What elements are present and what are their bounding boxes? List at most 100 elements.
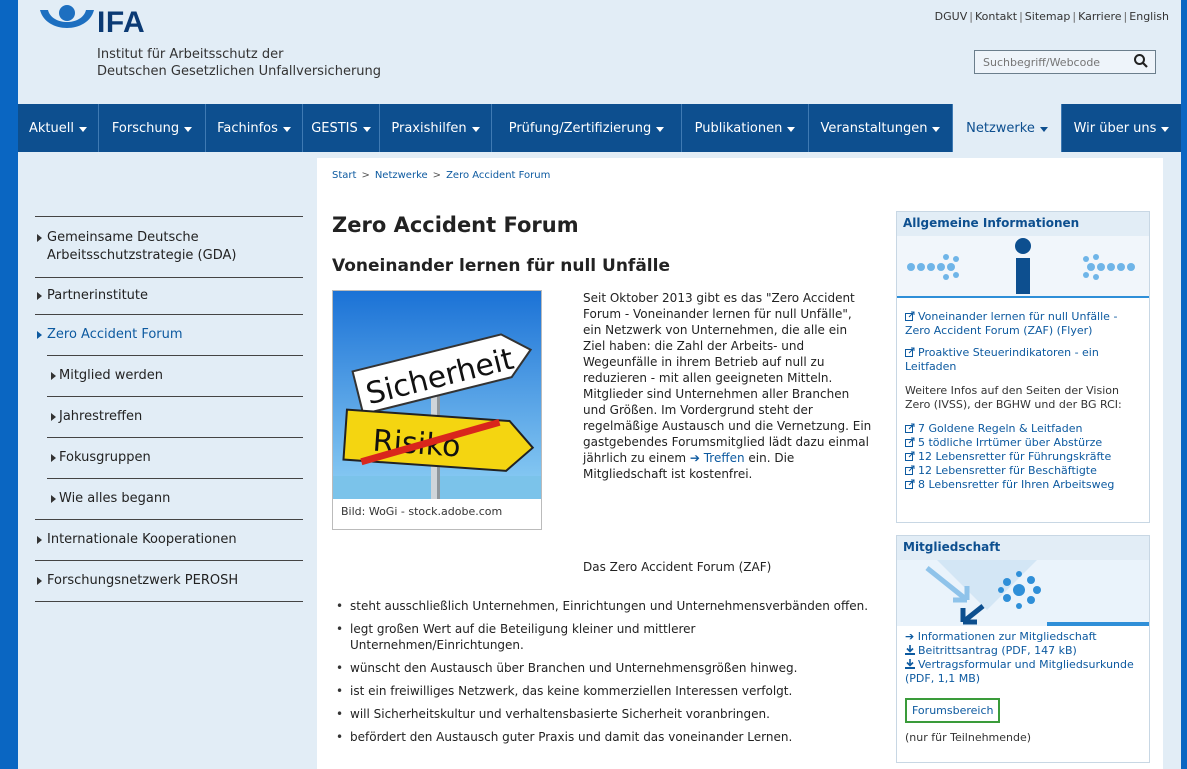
info-illustration <box>897 236 1149 298</box>
sidebar-item-partnerinstitute[interactable]: Partnerinstitute <box>35 277 303 314</box>
nav-label: Publikationen <box>694 120 783 136</box>
vz-link-3[interactable]: 12 Lebensretter für Führungskräfte <box>897 450 1149 464</box>
external-link-icon <box>905 437 915 447</box>
nav-label: GESTIS <box>311 120 358 136</box>
sidebar-item-internationale-kooperationen[interactable]: Internationale Kooperationen <box>35 519 303 560</box>
nav-item-publikationen[interactable]: Publikationen <box>682 104 809 152</box>
nav-item-fachinfos[interactable]: Fachinfos <box>206 104 303 152</box>
external-link-icon <box>905 423 915 433</box>
vz-link-label: 12 Lebensretter für Führungskräfte <box>918 450 1112 463</box>
beitrittsantrag-label: Beitrittsantrag (PDF, 147 kB) <box>918 644 1077 657</box>
breadcrumb-start[interactable]: Start <box>332 170 356 181</box>
separator: | <box>1019 10 1023 23</box>
util-link-dguv[interactable]: DGUV <box>935 10 968 23</box>
logo-subtitle-line1: Institut für Arbeitsschutz der <box>97 47 284 62</box>
sidebar-item-perosh[interactable]: Forschungsnetzwerk PEROSH <box>35 560 303 602</box>
main-nav: Aktuell Forschung Fachinfos GESTIS Praxi… <box>18 104 1181 152</box>
beitrittsantrag-link[interactable]: Beitrittsantrag (PDF, 147 kB) <box>897 644 1149 658</box>
breadcrumb-netzwerke[interactable]: Netzwerke <box>375 170 428 181</box>
intro-paragraph: Seit Oktober 2013 gibt es das "Zero Acci… <box>583 290 873 482</box>
logo-text[interactable]: IFA <box>97 6 145 40</box>
leitfaden-link-label: Proaktive Steuerindikatoren - ein Leitfa… <box>905 346 1099 373</box>
nav-item-gestis[interactable]: GESTIS <box>303 104 380 152</box>
nav-item-forschung[interactable]: Forschung <box>99 104 206 152</box>
breadcrumb-current: Zero Accident Forum <box>446 170 551 181</box>
logo-subtitle-line2: Deutschen Gesetzlichen Unfallversicherun… <box>97 64 382 79</box>
membership-info-link[interactable]: ➔ Informationen zur Mitgliedschaft <box>897 630 1149 644</box>
sidebar-item-jahrestreffen[interactable]: Jahrestreffen <box>47 396 303 437</box>
nav-label: Forschung <box>111 120 180 136</box>
search-input[interactable] <box>975 52 1123 73</box>
vz-link-label: 12 Lebensretter für Beschäftigte <box>918 464 1097 477</box>
sidebar-item-label: Forschungsnetzwerk PEROSH <box>47 573 239 588</box>
caret-down-icon <box>787 126 796 132</box>
external-link-icon <box>905 451 915 461</box>
page-subtitle: Voneinander lernen für null Unfälle <box>332 256 670 276</box>
nav-item-pruefung[interactable]: Prüfung/Zertifizierung <box>492 104 682 152</box>
caret-down-icon <box>78 126 87 132</box>
nav-item-aktuell[interactable]: Aktuell <box>18 104 99 152</box>
vz-link-4[interactable]: 12 Lebensretter für Beschäftigte <box>897 464 1149 478</box>
info-box: Allgemeine Informationen Voneinander ler… <box>896 211 1150 523</box>
page-frame: IFA Institut für Arbeitsschutz der Deuts… <box>18 0 1181 769</box>
vz-link-5[interactable]: 8 Lebensretter für Ihren Arbeitsweg <box>897 478 1149 492</box>
sidebar-item-label: Internationale Kooperationen <box>47 532 237 547</box>
external-link-icon <box>905 347 915 357</box>
flyer-link[interactable]: Voneinander lernen für null Unfälle - Ze… <box>897 310 1149 338</box>
membership-illustration <box>897 560 1149 626</box>
sidebar-item-label: Jahrestreffen <box>59 409 143 424</box>
vz-link-1[interactable]: 7 Goldene Regeln & Leitfaden <box>897 422 1149 436</box>
vz-link-2[interactable]: 5 tödliche Irrtümer über Abstürze <box>897 436 1149 450</box>
util-link-kontakt[interactable]: Kontakt <box>975 10 1017 23</box>
list-item: befördert den Austausch guter Praxis und… <box>332 729 872 745</box>
membership-box: Mitgliedschaft ➔ Informationen zur Mitgl… <box>896 535 1150 763</box>
header: IFA Institut für Arbeitsschutz der Deuts… <box>18 0 1181 104</box>
sidebar-item-zero-accident-forum[interactable]: Zero Accident Forum <box>35 314 303 355</box>
vz-link-label: 8 Lebensretter für Ihren Arbeitsweg <box>918 478 1115 491</box>
separator: | <box>969 10 973 23</box>
nav-label: Wir über uns <box>1073 120 1157 136</box>
separator: | <box>1123 10 1128 23</box>
membership-info-label: Informationen zur Mitgliedschaft <box>917 630 1097 643</box>
search-icon[interactable] <box>1133 53 1149 69</box>
external-link-icon <box>905 465 915 475</box>
nav-item-netzwerke[interactable]: Netzwerke <box>953 104 1062 152</box>
sidebar-item-fokusgruppen[interactable]: Fokusgruppen <box>47 437 303 478</box>
list-item: wünscht den Austausch über Branchen und … <box>332 660 872 676</box>
nav-item-praxishilfen[interactable]: Praxishilfen <box>380 104 492 152</box>
treffen-link[interactable]: ➔ Treffen <box>690 451 745 465</box>
triangle-right-icon <box>51 413 56 421</box>
external-link-icon <box>905 479 915 489</box>
vertragsformular-label: Vertragsformular und Mitgliedsurkunde (P… <box>905 658 1134 685</box>
forum-note: (nur für Teilnehmende) <box>905 731 1032 744</box>
main-content: Start > Netzwerke > Zero Accident Forum Zero… <box>317 158 1163 769</box>
triangle-right-icon <box>37 536 42 544</box>
vertragsformular-link[interactable]: Vertragsformular und Mitgliedsurkunde (P… <box>897 658 1149 686</box>
nav-label: Aktuell <box>29 120 74 136</box>
external-link-icon <box>905 311 915 321</box>
nav-item-veranstaltungen[interactable]: Veranstaltungen <box>809 104 953 152</box>
nav-item-wir-ueber-uns[interactable]: Wir über uns <box>1062 104 1181 152</box>
triangle-right-icon <box>51 372 56 380</box>
caret-down-icon <box>362 126 371 132</box>
leitfaden-link[interactable]: Proaktive Steuerindikatoren - ein Leitfa… <box>897 346 1149 374</box>
sidebar-item-mitglied-werden[interactable]: Mitglied werden <box>47 355 303 396</box>
sidebar-item-label: Wie alles begann <box>59 491 171 506</box>
util-link-english[interactable]: English <box>1129 10 1169 23</box>
triangle-right-icon <box>51 454 56 462</box>
util-link-karriere[interactable]: Karriere <box>1078 10 1121 23</box>
triangle-right-icon <box>37 292 42 300</box>
image-caption: Bild: WoGi - stock.adobe.com <box>341 505 503 518</box>
download-icon <box>905 645 915 655</box>
triangle-right-icon <box>37 331 42 339</box>
zaf-lead: Das Zero Accident Forum (ZAF) <box>583 560 772 574</box>
caret-down-icon <box>471 126 480 132</box>
forumsbereich-button[interactable]: Forumsbereich <box>905 698 1001 723</box>
sidebar-item-wie-alles-begann[interactable]: Wie alles begann <box>47 478 303 519</box>
sidebar-item-gda[interactable]: Gemeinsame Deutsche Arbeitsschutzstrateg… <box>35 216 303 277</box>
hero-image[interactable]: Sicherheit Risiko <box>333 291 541 499</box>
util-link-sitemap[interactable]: Sitemap <box>1025 10 1071 23</box>
sidebar: Gemeinsame Deutsche Arbeitsschutzstrateg… <box>35 216 303 602</box>
treffen-link-label: Treffen <box>703 451 745 465</box>
triangle-right-icon <box>51 495 56 503</box>
